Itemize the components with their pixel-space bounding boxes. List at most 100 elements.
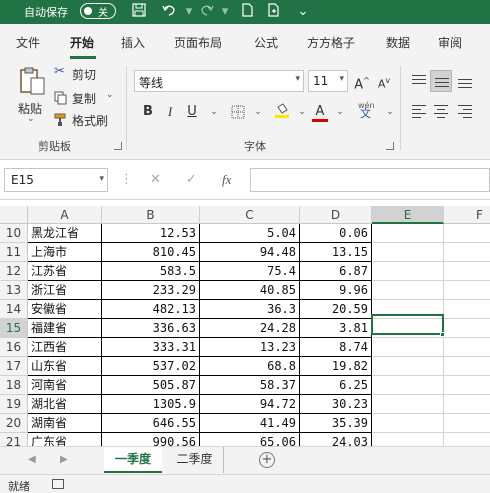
- fill-color-button[interactable]: [272, 102, 292, 122]
- cell-b[interactable]: 537.02: [102, 357, 200, 376]
- tab-insert[interactable]: 插入: [121, 34, 145, 51]
- cell-b[interactable]: 233.29: [102, 281, 200, 300]
- cell-d[interactable]: 8.74: [300, 338, 372, 357]
- cell-e[interactable]: [372, 243, 444, 262]
- cell-f[interactable]: [444, 243, 490, 262]
- cell-f[interactable]: [444, 414, 490, 433]
- add-sheet-button[interactable]: +: [259, 452, 275, 468]
- font-size-select[interactable]: 11 ▾: [308, 70, 348, 92]
- cell-b[interactable]: 646.55: [102, 414, 200, 433]
- paste-button[interactable]: 粘贴 ⌄: [14, 64, 50, 124]
- redo-dropdown-icon[interactable]: ▾: [216, 3, 234, 21]
- cell-c[interactable]: 41.49: [200, 414, 300, 433]
- insert-function-icon[interactable]: fx: [222, 172, 231, 188]
- row-header[interactable]: 17: [0, 357, 28, 376]
- new-file-icon[interactable]: [264, 3, 282, 21]
- cell-e[interactable]: [372, 224, 444, 243]
- cell-a[interactable]: 湖南省: [28, 414, 102, 433]
- redo-icon[interactable]: [198, 3, 216, 21]
- cell-f[interactable]: [444, 281, 490, 300]
- tab-data[interactable]: 数据: [386, 34, 410, 51]
- cell-e[interactable]: [372, 433, 444, 446]
- sheet-tab-1[interactable]: 一季度: [104, 447, 162, 473]
- align-top-button[interactable]: [408, 70, 430, 92]
- cell-e[interactable]: [372, 395, 444, 414]
- clipboard-launcher-icon[interactable]: [114, 142, 122, 150]
- cell-a[interactable]: 浙江省: [28, 281, 102, 300]
- save-icon[interactable]: [130, 3, 148, 21]
- cell-d[interactable]: 6.87: [300, 262, 372, 281]
- cell-b[interactable]: 12.53: [102, 224, 200, 243]
- cell-b[interactable]: 583.5: [102, 262, 200, 281]
- cell-c[interactable]: 75.4: [200, 262, 300, 281]
- tab-review[interactable]: 审阅: [438, 34, 462, 51]
- cell-f[interactable]: [444, 300, 490, 319]
- sheet-tab-2[interactable]: 二季度: [166, 447, 224, 473]
- tab-page-layout[interactable]: 页面布局: [174, 34, 222, 51]
- tab-fangfang[interactable]: 方方格子: [307, 34, 355, 51]
- cell-b[interactable]: 1305.9: [102, 395, 200, 414]
- cell-a[interactable]: 河南省: [28, 376, 102, 395]
- cell-e[interactable]: [372, 357, 444, 376]
- align-middle-button[interactable]: [430, 70, 452, 92]
- scroll-left-icon[interactable]: ◀: [28, 454, 36, 465]
- cell-a[interactable]: 山东省: [28, 357, 102, 376]
- row-header[interactable]: 11: [0, 243, 28, 262]
- grow-font-button[interactable]: A^: [352, 71, 372, 92]
- column-header-c[interactable]: C: [200, 206, 300, 224]
- cell-e[interactable]: [372, 262, 444, 281]
- fill-color-dropdown-icon[interactable]: ⌄: [292, 102, 312, 122]
- selected-cell-outline[interactable]: [371, 314, 444, 335]
- more-options-icon[interactable]: ⋮: [120, 172, 133, 187]
- cell-c[interactable]: 36.3: [200, 300, 300, 319]
- font-color-button[interactable]: A: [310, 102, 330, 122]
- borders-button[interactable]: [228, 102, 248, 122]
- cell-f[interactable]: [444, 357, 490, 376]
- row-header[interactable]: 15: [0, 319, 28, 338]
- shrink-font-button[interactable]: Av: [374, 71, 394, 91]
- column-header-a[interactable]: A: [28, 206, 102, 224]
- tab-home[interactable]: 开始: [70, 34, 94, 51]
- cell-a[interactable]: 湖北省: [28, 395, 102, 414]
- row-header[interactable]: 10: [0, 224, 28, 243]
- cancel-icon[interactable]: ✕: [150, 172, 161, 187]
- column-header-e[interactable]: E: [372, 206, 444, 224]
- autosave-toggle[interactable]: 关: [80, 3, 116, 19]
- borders-dropdown-icon[interactable]: ⌄: [248, 102, 268, 122]
- row-header[interactable]: 16: [0, 338, 28, 357]
- italic-button[interactable]: I: [160, 102, 180, 122]
- cell-d[interactable]: 9.96: [300, 281, 372, 300]
- align-left-button[interactable]: [408, 100, 430, 122]
- font-name-select[interactable]: 等线 ▾: [134, 70, 304, 92]
- align-bottom-button[interactable]: [454, 70, 476, 92]
- cell-d[interactable]: 35.39: [300, 414, 372, 433]
- row-header[interactable]: 20: [0, 414, 28, 433]
- row-header[interactable]: 21: [0, 433, 28, 446]
- cell-f[interactable]: [444, 433, 490, 446]
- bold-button[interactable]: B: [138, 102, 158, 122]
- cell-c[interactable]: 94.72: [200, 395, 300, 414]
- row-header[interactable]: 18: [0, 376, 28, 395]
- formula-input[interactable]: [250, 168, 490, 192]
- cell-b[interactable]: 482.13: [102, 300, 200, 319]
- cell-c[interactable]: 5.04: [200, 224, 300, 243]
- cell-e[interactable]: [372, 376, 444, 395]
- cell-d[interactable]: 13.15: [300, 243, 372, 262]
- phonetic-button[interactable]: wén 文: [354, 101, 380, 122]
- column-header-b[interactable]: B: [102, 206, 200, 224]
- customize-toolbar-icon[interactable]: ⌄: [294, 3, 312, 21]
- document-icon[interactable]: [238, 3, 256, 21]
- cell-c[interactable]: 40.85: [200, 281, 300, 300]
- paste-dropdown-icon[interactable]: ⌄: [27, 114, 35, 124]
- cell-f[interactable]: [444, 224, 490, 243]
- cell-f[interactable]: [444, 376, 490, 395]
- cell-e[interactable]: [372, 281, 444, 300]
- cell-e[interactable]: [372, 414, 444, 433]
- cell-d[interactable]: 20.59: [300, 300, 372, 319]
- cell-c[interactable]: 94.48: [200, 243, 300, 262]
- select-all-corner[interactable]: [0, 206, 28, 224]
- undo-icon[interactable]: [160, 3, 178, 21]
- cell-a[interactable]: 安徽省: [28, 300, 102, 319]
- scroll-right-icon[interactable]: ▶: [60, 454, 68, 465]
- tab-formulas[interactable]: 公式: [254, 34, 278, 51]
